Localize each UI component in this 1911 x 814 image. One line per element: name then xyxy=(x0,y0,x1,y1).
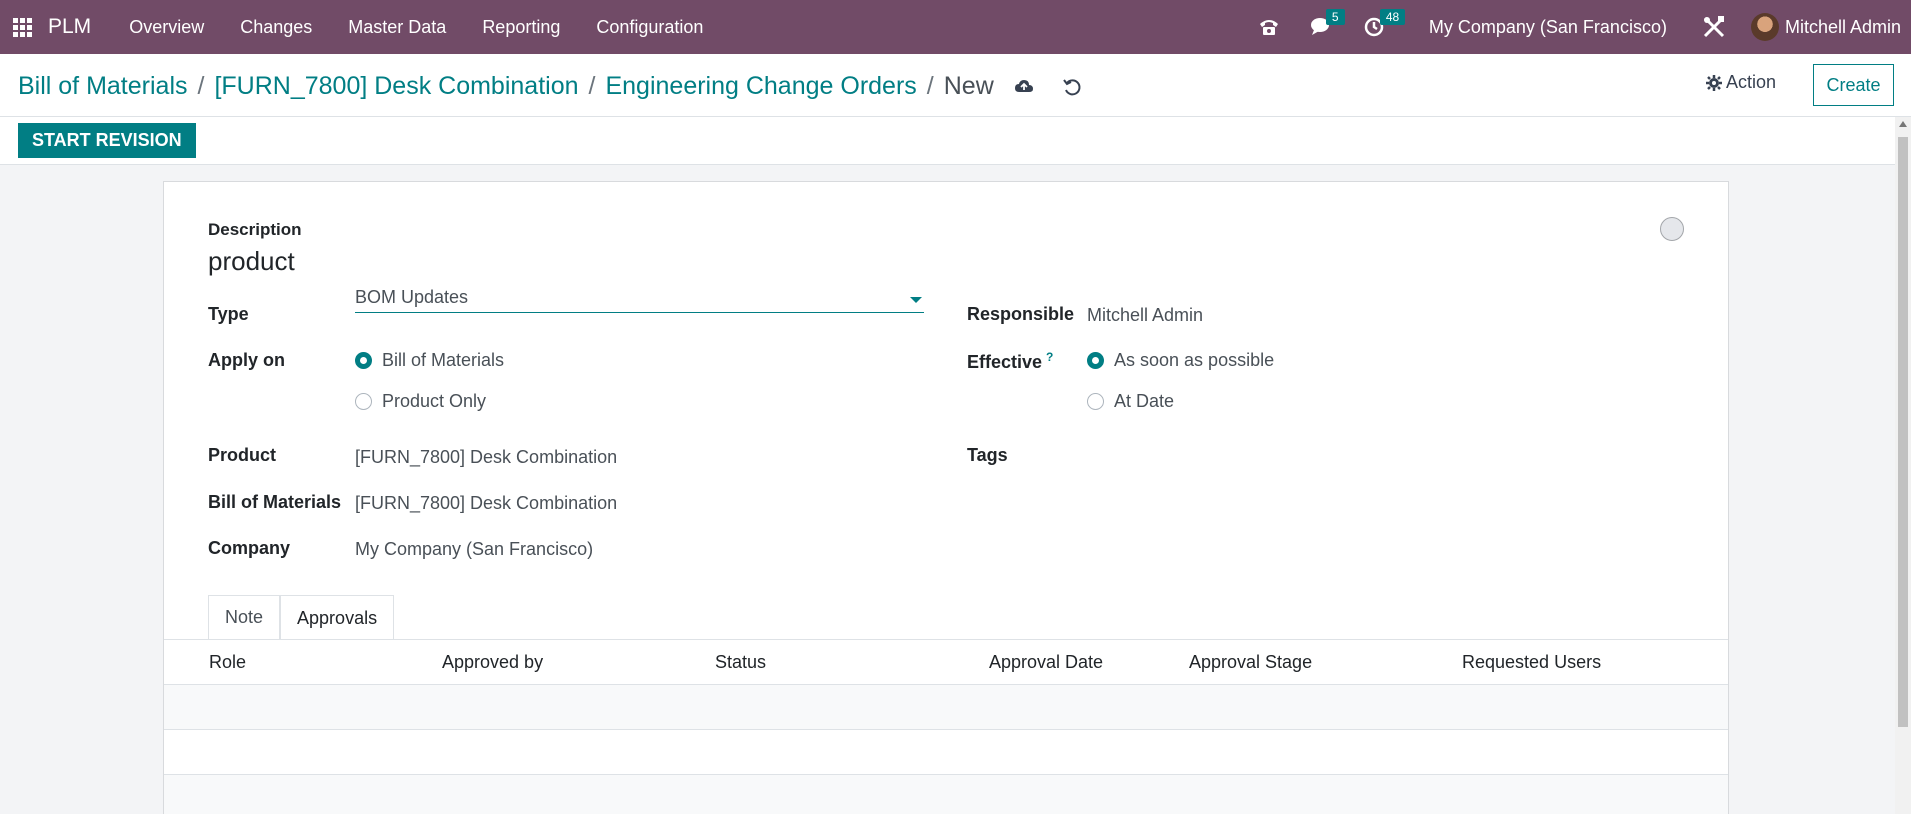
action-button[interactable]: Action xyxy=(1706,72,1776,93)
control-panel: Bill of Materials / [FURN_7800] Desk Com… xyxy=(0,54,1911,117)
tools-icon[interactable] xyxy=(1702,15,1726,39)
menu-configuration[interactable]: Configuration xyxy=(578,17,721,38)
tab-approvals[interactable]: Approvals xyxy=(280,595,395,640)
apply-on-product-label: Product Only xyxy=(382,391,487,411)
breadcrumb-separator: / xyxy=(588,72,596,100)
page-scrollbar[interactable] xyxy=(1895,117,1911,814)
column-approved-by[interactable]: Approved by xyxy=(442,652,543,673)
radio-unchecked-icon[interactable] xyxy=(1087,393,1104,410)
help-tooltip-icon[interactable]: ? xyxy=(1046,350,1053,364)
breadcrumb: Bill of Materials / [FURN_7800] Desk Com… xyxy=(18,72,1082,101)
chevron-down-icon[interactable] xyxy=(910,297,922,303)
apply-on-label: Apply on xyxy=(208,350,285,370)
radio-checked-icon[interactable] xyxy=(355,352,372,369)
column-approval-stage[interactable]: Approval Stage xyxy=(1189,652,1312,673)
form-sheet: Description product Type BOM Updates App… xyxy=(163,181,1729,814)
save-cloud-icon[interactable] xyxy=(1014,77,1034,97)
app-brand[interactable]: PLM xyxy=(48,15,91,39)
menu-reporting[interactable]: Reporting xyxy=(464,17,578,38)
activities-icon[interactable]: 48 xyxy=(1364,9,1406,37)
product-field[interactable]: [FURN_7800] Desk Combination xyxy=(355,447,617,468)
user-avatar[interactable] xyxy=(1750,13,1779,41)
user-name[interactable]: Mitchell Admin xyxy=(1785,17,1901,38)
menu-master-data[interactable]: Master Data xyxy=(330,17,464,38)
scroll-up-arrow-icon[interactable] xyxy=(1899,121,1907,127)
bom-label: Bill of Materials xyxy=(208,492,342,512)
apply-on-bom-label: Bill of Materials xyxy=(382,350,505,370)
effective-label: Effective? xyxy=(967,350,1053,373)
breadcrumb-separator: / xyxy=(926,72,934,100)
effective-asap-radio[interactable]: As soon as possible xyxy=(1087,350,1274,371)
breadcrumb-separator: / xyxy=(197,72,205,100)
description-field[interactable]: product xyxy=(208,246,295,277)
gear-icon xyxy=(1706,74,1722,91)
messages-badge: 5 xyxy=(1325,9,1345,25)
status-bar: START REVISION xyxy=(0,117,1895,165)
radio-unchecked-icon[interactable] xyxy=(355,393,372,410)
effective-label-text: Effective xyxy=(967,352,1043,372)
menu-changes[interactable]: Changes xyxy=(222,17,330,38)
breadcrumb-current: New xyxy=(943,72,994,100)
table-row xyxy=(164,730,1728,775)
status-indicator-icon[interactable] xyxy=(1660,217,1684,241)
approvals-table-header: Role Approved by Status Approval Date Ap… xyxy=(164,640,1728,685)
apps-menu-icon[interactable] xyxy=(0,0,44,54)
company-field[interactable]: My Company (San Francisco) xyxy=(355,539,593,560)
notebook-tabs: Note Approvals xyxy=(208,595,395,640)
column-status[interactable]: Status xyxy=(715,652,766,673)
table-row xyxy=(164,775,1728,814)
menu-overview[interactable]: Overview xyxy=(111,17,222,38)
effective-date-radio[interactable]: At Date xyxy=(1087,391,1174,412)
apply-on-product-radio[interactable]: Product Only xyxy=(355,391,486,412)
start-revision-button[interactable]: START REVISION xyxy=(18,123,196,158)
column-requested-users[interactable]: Requested Users xyxy=(1462,652,1601,673)
breadcrumb-bill-of-materials[interactable]: Bill of Materials xyxy=(18,72,188,101)
breadcrumb-engineering-change-orders[interactable]: Engineering Change Orders xyxy=(605,72,916,101)
effective-asap-label: As soon as possible xyxy=(1114,350,1275,370)
type-label: Type xyxy=(208,304,249,324)
company-switcher[interactable]: My Company (San Francisco) xyxy=(1429,17,1667,38)
discard-icon[interactable] xyxy=(1062,77,1082,97)
description-label: Description xyxy=(208,220,302,239)
scroll-thumb[interactable] xyxy=(1898,137,1908,727)
responsible-field[interactable]: Mitchell Admin xyxy=(1087,305,1203,326)
column-approval-date[interactable]: Approval Date xyxy=(989,652,1103,673)
create-button[interactable]: Create xyxy=(1813,64,1894,106)
top-navbar: PLM Overview Changes Master Data Reporti… xyxy=(0,0,1911,54)
table-row xyxy=(164,685,1728,730)
messages-icon[interactable]: 5 xyxy=(1310,9,1345,37)
tab-note[interactable]: Note xyxy=(208,595,281,639)
responsible-label: Responsible xyxy=(967,304,1075,324)
type-value: BOM Updates xyxy=(355,287,469,307)
activities-badge: 48 xyxy=(1379,9,1406,25)
column-role[interactable]: Role xyxy=(209,652,246,673)
tags-label: Tags xyxy=(967,445,1008,465)
bom-field[interactable]: [FURN_7800] Desk Combination xyxy=(355,493,617,514)
type-select[interactable]: BOM Updates xyxy=(355,286,924,313)
product-label: Product xyxy=(208,445,277,465)
action-label: Action xyxy=(1726,72,1777,92)
effective-date-label: At Date xyxy=(1114,391,1175,411)
phone-icon[interactable] xyxy=(1258,17,1280,37)
breadcrumb-desk-combination[interactable]: [FURN_7800] Desk Combination xyxy=(214,72,578,101)
apply-on-bom-radio[interactable]: Bill of Materials xyxy=(355,350,504,371)
company-label: Company xyxy=(208,538,291,558)
radio-checked-icon[interactable] xyxy=(1087,352,1104,369)
